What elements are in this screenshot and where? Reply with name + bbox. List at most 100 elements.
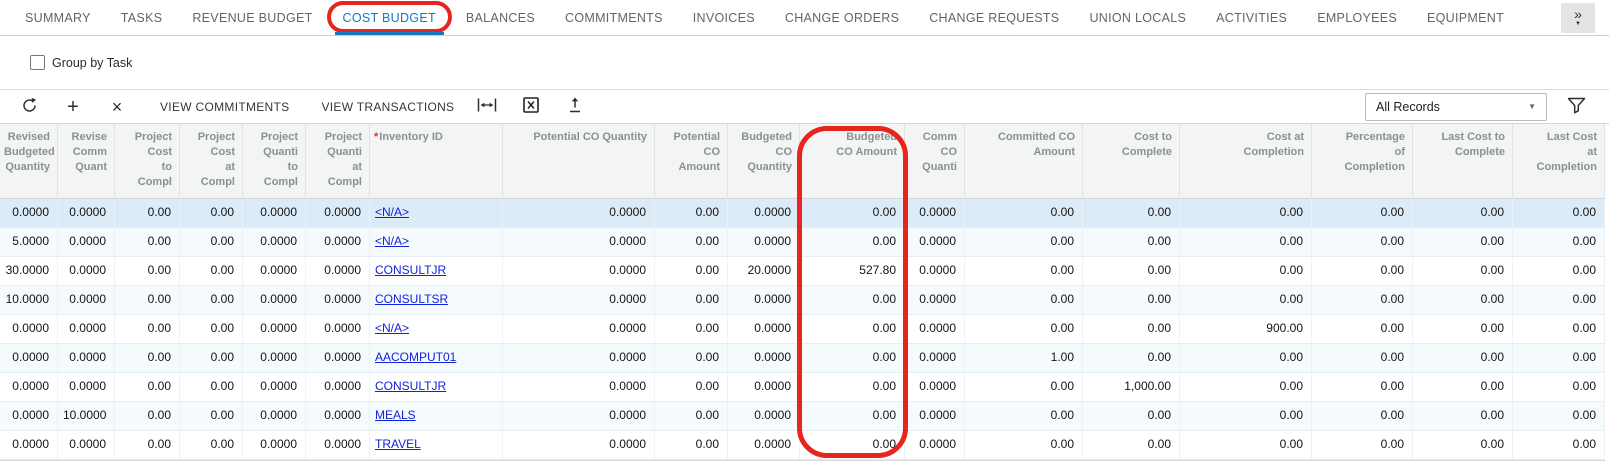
cell-last-cost-to-complete[interactable]: 0.00 <box>1413 199 1513 227</box>
cell-percentage-of-completion[interactable]: 0.00 <box>1312 199 1413 227</box>
cell-potential-co-amount[interactable]: 0.00 <box>655 257 728 285</box>
view-commitments-button[interactable]: VIEW COMMITMENTS <box>154 96 295 118</box>
tab-union-locals[interactable]: UNION LOCALS <box>1089 0 1186 35</box>
cell-budgeted-co-quantity[interactable]: 0.0000 <box>728 286 800 314</box>
cell-project-cost-at-complete[interactable]: 0.00 <box>180 431 243 459</box>
cell-project-quantity-at-complete[interactable]: 0.0000 <box>306 344 370 372</box>
cell-cost-at-completion[interactable]: 900.00 <box>1180 315 1312 343</box>
table-row[interactable]: 0.00000.00000.000.000.00000.0000<N/A>0.0… <box>0 199 1605 228</box>
cell-last-cost-to-complete[interactable]: 0.00 <box>1413 373 1513 401</box>
cell-committed-co-amount[interactable]: 0.00 <box>965 431 1083 459</box>
cell-budgeted-co-amount[interactable]: 0.00 <box>800 373 905 401</box>
cell-last-cost-to-complete[interactable]: 0.00 <box>1413 315 1513 343</box>
group-by-task-checkbox[interactable] <box>30 55 45 70</box>
column-header-budgeted-co-quantity[interactable]: Budgeted CO Quantity <box>728 124 800 198</box>
cell-potential-co-amount[interactable]: 0.00 <box>655 228 728 256</box>
cell-project-cost-to-complete[interactable]: 0.00 <box>115 199 180 227</box>
column-header-last-cost-to-complete[interactable]: Last Cost to Complete <box>1413 124 1513 198</box>
inventory-id-link[interactable]: TRAVEL <box>375 437 421 451</box>
tab-employees[interactable]: EMPLOYEES <box>1317 0 1397 35</box>
inventory-id-link[interactable]: AACOMPUT01 <box>375 350 456 364</box>
cell-potential-co-amount[interactable]: 0.00 <box>655 431 728 459</box>
inventory-id-link[interactable]: CONSULTJR <box>375 379 446 393</box>
cell-cost-to-complete[interactable]: 0.00 <box>1083 402 1180 430</box>
cell-budgeted-co-amount[interactable]: 0.00 <box>800 431 905 459</box>
cell-last-cost-at-completion[interactable]: 0.00 <box>1513 344 1605 372</box>
table-row[interactable]: 30.00000.00000.000.000.00000.0000CONSULT… <box>0 257 1605 286</box>
cell-committed-co-quantity[interactable]: 0.0000 <box>905 315 965 343</box>
cell-last-cost-to-complete[interactable]: 0.00 <box>1413 228 1513 256</box>
cell-last-cost-at-completion[interactable]: 0.00 <box>1513 373 1605 401</box>
column-header-last-cost-at-completion[interactable]: Last Cost at Completion <box>1513 124 1605 198</box>
cell-budgeted-co-quantity[interactable]: 0.0000 <box>728 373 800 401</box>
column-header-project-cost-to-complete[interactable]: Project Cost to Compl <box>115 124 180 198</box>
column-header-cost-to-complete[interactable]: Cost to Complete <box>1083 124 1180 198</box>
cell-percentage-of-completion[interactable]: 0.00 <box>1312 228 1413 256</box>
cell-cost-at-completion[interactable]: 0.00 <box>1180 373 1312 401</box>
cell-committed-co-quantity[interactable]: 0.0000 <box>905 373 965 401</box>
cell-percentage-of-completion[interactable]: 0.00 <box>1312 402 1413 430</box>
cell-project-quantity-at-complete[interactable]: 0.0000 <box>306 402 370 430</box>
cell-project-cost-at-complete[interactable]: 0.00 <box>180 373 243 401</box>
cell-project-cost-at-complete[interactable]: 0.00 <box>180 199 243 227</box>
fit-width-button[interactable] <box>474 94 500 120</box>
cell-cost-to-complete[interactable]: 0.00 <box>1083 257 1180 285</box>
column-header-revised-budgeted-quantity[interactable]: Revised Budgeted Quantity <box>0 124 58 198</box>
cell-last-cost-at-completion[interactable]: 0.00 <box>1513 228 1605 256</box>
cell-potential-co-quantity[interactable]: 0.0000 <box>503 286 655 314</box>
column-header-project-quantity-to-complete[interactable]: Project Quanti to Compl <box>243 124 306 198</box>
cell-committed-co-amount[interactable]: 0.00 <box>965 402 1083 430</box>
cell-cost-to-complete[interactable]: 0.00 <box>1083 286 1180 314</box>
cell-budgeted-co-quantity[interactable]: 0.0000 <box>728 431 800 459</box>
tab-equipment[interactable]: EQUIPMENT <box>1427 0 1504 35</box>
cell-project-cost-at-complete[interactable]: 0.00 <box>180 344 243 372</box>
cell-committed-co-quantity[interactable]: 0.0000 <box>905 431 965 459</box>
cell-cost-to-complete[interactable]: 0.00 <box>1083 344 1180 372</box>
cell-budgeted-co-quantity[interactable]: 0.0000 <box>728 228 800 256</box>
cell-project-cost-to-complete[interactable]: 0.00 <box>115 228 180 256</box>
cell-budgeted-co-amount[interactable]: 0.00 <box>800 286 905 314</box>
cell-last-cost-to-complete[interactable]: 0.00 <box>1413 402 1513 430</box>
cell-project-cost-at-complete[interactable]: 0.00 <box>180 402 243 430</box>
table-row[interactable]: 0.00000.00000.000.000.00000.0000<N/A>0.0… <box>0 315 1605 344</box>
cell-cost-to-complete[interactable]: 1,000.00 <box>1083 373 1180 401</box>
cell-committed-co-amount[interactable]: 0.00 <box>965 228 1083 256</box>
column-header-inventory-id[interactable]: *Inventory ID <box>370 124 503 198</box>
cell-revised-budgeted-quantity[interactable]: 5.0000 <box>0 228 58 256</box>
cell-last-cost-at-completion[interactable]: 0.00 <box>1513 431 1605 459</box>
cell-committed-co-quantity[interactable]: 0.0000 <box>905 199 965 227</box>
cell-project-quantity-at-complete[interactable]: 0.0000 <box>306 373 370 401</box>
cell-project-quantity-to-complete[interactable]: 0.0000 <box>243 286 306 314</box>
table-row[interactable]: 0.00000.00000.000.000.00000.0000TRAVEL0.… <box>0 431 1605 460</box>
cell-committed-co-amount[interactable]: 0.00 <box>965 199 1083 227</box>
cell-revised-committed-quantity[interactable]: 0.0000 <box>58 257 115 285</box>
column-header-project-quantity-at-complete[interactable]: Project Quanti at Compl <box>306 124 370 198</box>
delete-row-button[interactable]: × <box>104 94 130 120</box>
cell-committed-co-amount[interactable]: 0.00 <box>965 315 1083 343</box>
cell-cost-at-completion[interactable]: 0.00 <box>1180 286 1312 314</box>
cell-percentage-of-completion[interactable]: 0.00 <box>1312 315 1413 343</box>
cell-revised-budgeted-quantity[interactable]: 0.0000 <box>0 315 58 343</box>
cell-potential-co-quantity[interactable]: 0.0000 <box>503 431 655 459</box>
cell-revised-committed-quantity[interactable]: 0.0000 <box>58 286 115 314</box>
cell-potential-co-quantity[interactable]: 0.0000 <box>503 344 655 372</box>
cell-project-cost-to-complete[interactable]: 0.00 <box>115 373 180 401</box>
cell-revised-budgeted-quantity[interactable]: 0.0000 <box>0 199 58 227</box>
cell-committed-co-quantity[interactable]: 0.0000 <box>905 344 965 372</box>
export-excel-button[interactable] <box>518 94 544 120</box>
cell-potential-co-amount[interactable]: 0.00 <box>655 373 728 401</box>
cell-project-quantity-to-complete[interactable]: 0.0000 <box>243 344 306 372</box>
tab-summary[interactable]: SUMMARY <box>25 0 91 35</box>
cell-budgeted-co-amount[interactable]: 0.00 <box>800 315 905 343</box>
cell-project-cost-at-complete[interactable]: 0.00 <box>180 286 243 314</box>
cell-budgeted-co-amount[interactable]: 527.80 <box>800 257 905 285</box>
cell-cost-at-completion[interactable]: 0.00 <box>1180 344 1312 372</box>
view-transactions-button[interactable]: VIEW TRANSACTIONS <box>315 96 460 118</box>
cell-last-cost-to-complete[interactable]: 0.00 <box>1413 286 1513 314</box>
cell-committed-co-quantity[interactable]: 0.0000 <box>905 286 965 314</box>
column-header-percentage-of-completion[interactable]: Percentage of Completion <box>1312 124 1413 198</box>
cell-revised-committed-quantity[interactable]: 0.0000 <box>58 373 115 401</box>
column-header-committed-co-quantity[interactable]: Comm CO Quanti <box>905 124 965 198</box>
filter-settings-button[interactable] <box>1563 94 1589 120</box>
cell-revised-budgeted-quantity[interactable]: 10.0000 <box>0 286 58 314</box>
